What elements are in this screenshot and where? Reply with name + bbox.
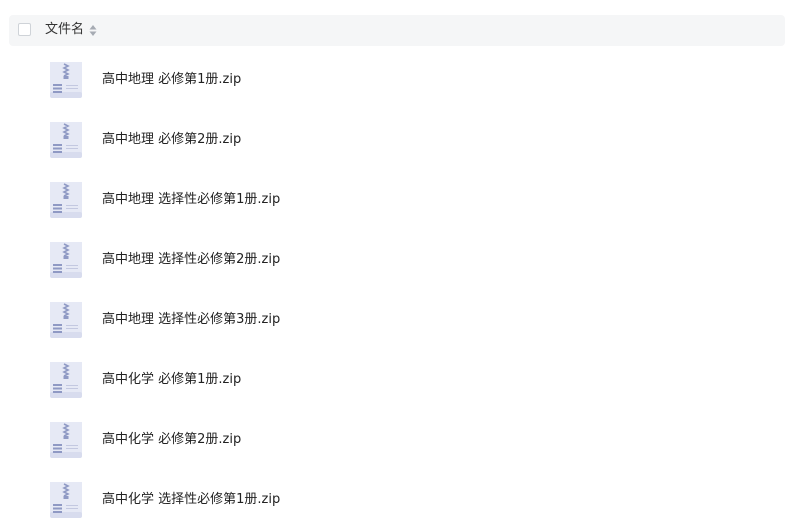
file-row[interactable]: 高中地理 选择性必修第3册.zip [0,290,785,350]
file-list: 高中地理 必修第1册.zip 高中地理 必修第2册.zip 高中地理 选择性必修 [0,50,785,530]
column-header-filename[interactable]: 文件名 [45,22,84,38]
zip-file-icon [50,422,82,458]
zip-file-icon [50,302,82,338]
file-row[interactable]: 高中化学 选择性必修第1册.zip [0,470,785,530]
file-name[interactable]: 高中地理 选择性必修第1册.zip [102,192,280,208]
zip-file-icon [50,242,82,278]
zip-file-icon [50,62,82,98]
sort-icon[interactable] [89,25,97,36]
file-name[interactable]: 高中化学 必修第2册.zip [102,432,241,448]
file-row[interactable]: 高中化学 必修第1册.zip [0,350,785,410]
file-row[interactable]: 高中地理 选择性必修第2册.zip [0,230,785,290]
file-name[interactable]: 高中地理 必修第1册.zip [102,72,241,88]
file-name[interactable]: 高中地理 选择性必修第2册.zip [102,252,280,268]
file-name[interactable]: 高中化学 选择性必修第1册.zip [102,492,280,508]
zip-file-icon [50,362,82,398]
file-row[interactable]: 高中化学 必修第2册.zip [0,410,785,470]
zip-file-icon [50,182,82,218]
file-name[interactable]: 高中化学 必修第1册.zip [102,372,241,388]
zip-file-icon [50,482,82,518]
select-all-checkbox[interactable] [18,23,31,36]
file-row[interactable]: 高中地理 选择性必修第1册.zip [0,170,785,230]
file-row[interactable]: 高中地理 必修第1册.zip [0,50,785,110]
file-name[interactable]: 高中地理 选择性必修第3册.zip [102,312,280,328]
zip-file-icon [50,122,82,158]
file-row[interactable]: 高中地理 必修第2册.zip [0,110,785,170]
file-list-header: 文件名 [9,15,785,46]
file-name[interactable]: 高中地理 必修第2册.zip [102,132,241,148]
